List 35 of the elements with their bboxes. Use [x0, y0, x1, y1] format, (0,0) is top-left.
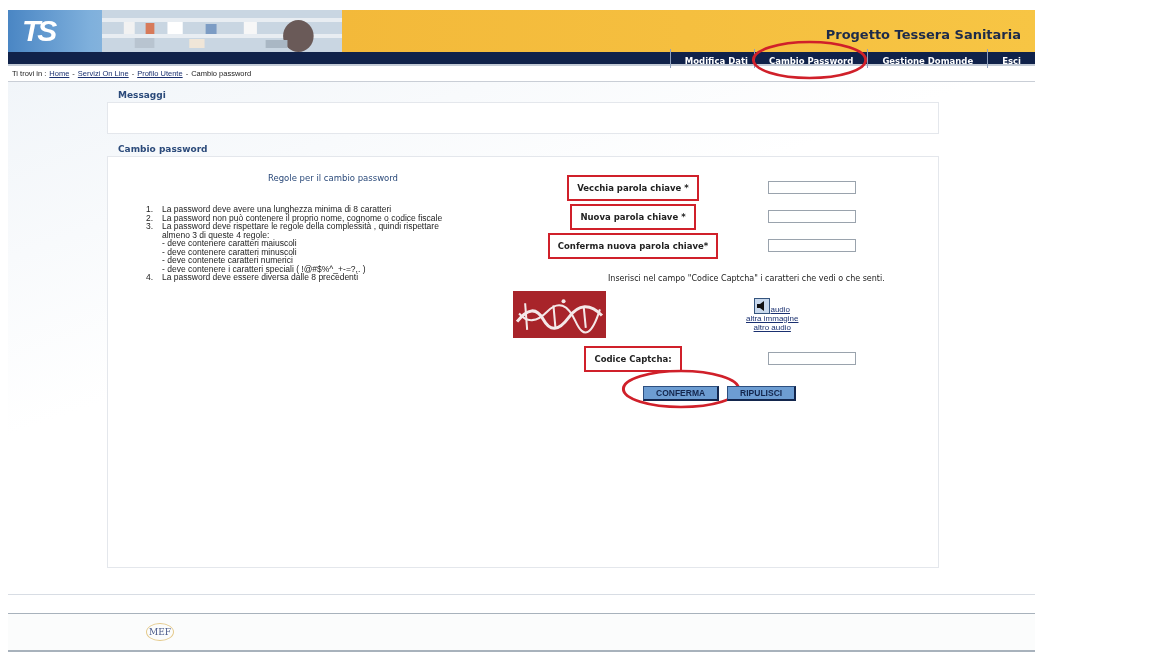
rule-subitem: - deve contenere caratteri maiuscoli: [162, 239, 298, 248]
audio-link[interactable]: audio: [770, 304, 790, 314]
password-field[interactable]: [768, 210, 856, 223]
rule-text: La password deve avere una lunghezza minima di 8 caratteri: [162, 205, 392, 214]
form-button[interactable]: CONFERMA: [643, 386, 720, 401]
rule-text: La password non può contenere il proprio nome, cognome o codice fiscale: [162, 213, 444, 222]
nav-link[interactable]: Modifica Dati: [684, 55, 748, 66]
rule-subitem: - deve contenere caratteri minuscoli: [162, 247, 298, 256]
ts-logo: TS: [21, 14, 56, 48]
rules-title: Regole per il cambio password: [267, 173, 399, 183]
nav-link[interactable]: Esci: [1002, 55, 1021, 66]
list-number: 1.: [146, 205, 154, 214]
rule-text: La password deve rispettare le regole della complessità , quindi rispettare almeno 3 di queste 4 regole:: [162, 222, 440, 239]
password-field[interactable]: [768, 239, 856, 252]
speaker-icon[interactable]: [754, 297, 771, 314]
field-label: Conferma nuova parola chiave*: [547, 232, 719, 259]
rule-subitem: - deve contenete caratteri numerici: [162, 256, 294, 265]
captcha-hint: Inserisci nel campo "Codice Captcha" i caratteri che vedi o che senti.: [608, 274, 885, 283]
rule-subitem: - deve contenere i caratteri speciali ( !@#$%^_+-=?,. ): [162, 264, 367, 273]
captcha-link[interactable]: altro audio: [753, 322, 791, 332]
list-number: 4.: [146, 273, 154, 282]
section-title: Messaggi: [118, 90, 166, 100]
captcha-link[interactable]: altra immagine: [746, 313, 799, 323]
form-button[interactable]: RIPULISCI: [727, 386, 797, 401]
rule-text: La password deve essere diversa dalle 8 precedenti: [162, 273, 359, 282]
list-number: 3.: [146, 222, 154, 233]
field-label: Codice Captcha:: [584, 345, 682, 372]
section-title: Cambio password: [118, 144, 208, 154]
nav-link[interactable]: Gestione Domande: [882, 55, 974, 66]
field-label: Nuova parola chiave *: [570, 203, 696, 230]
site-title: Progetto Tessera Sanitaria: [825, 27, 1021, 42]
field-label: Vecchia parola chiave *: [567, 174, 699, 201]
password-field[interactable]: [768, 181, 856, 194]
list-number: 2.: [146, 213, 154, 222]
captcha-field[interactable]: [768, 352, 856, 365]
